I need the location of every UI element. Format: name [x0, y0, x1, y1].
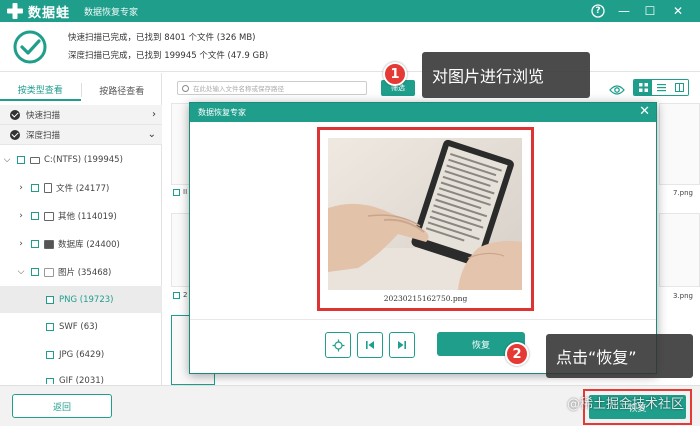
scan-mode-quick[interactable]: 快速扫描 › — [0, 105, 162, 125]
file-name: 7.png — [673, 189, 694, 197]
checkbox[interactable] — [31, 212, 39, 220]
expand-icon[interactable]: › — [16, 183, 26, 193]
checked-icon — [10, 109, 20, 120]
search-input[interactable]: 在此处输入文件名称或保存路径 — [177, 81, 367, 95]
file-thumbnail[interactable] — [659, 103, 700, 185]
step-1-badge: 1 — [383, 62, 407, 86]
step-2-badge: 2 — [505, 342, 529, 366]
tab-by-type[interactable]: 按类型查看 — [0, 79, 81, 101]
app-name: 数据蛙 — [28, 5, 71, 21]
tree-item-database[interactable]: › 数据库 (24400) — [0, 231, 162, 257]
search-placeholder: 在此处输入文件名称或保存路径 — [193, 85, 284, 93]
view-toggle-group — [633, 79, 689, 96]
step-1-callout: 对图片进行浏览 — [422, 52, 590, 98]
tree-item-label: C:(NTFS) (199945) — [44, 155, 123, 165]
next-image-icon[interactable] — [389, 332, 415, 358]
file-name: 2 — [173, 291, 187, 299]
tree-item-label: JPG (6429) — [59, 350, 105, 360]
quick-scan-status: 快速扫描已完成，已找到 8401 个文件 (326 MB) — [68, 33, 256, 43]
drive-icon — [30, 156, 40, 164]
scan-complete-check-icon — [12, 29, 48, 65]
tree-item-documents[interactable]: › 文件 (24177) — [0, 175, 162, 201]
minimize-icon[interactable]: — — [616, 3, 632, 19]
view-mode-tabs: 按类型查看 按路径查看 — [0, 79, 162, 101]
plus-logo-icon — [6, 2, 24, 20]
zoom-fit-icon[interactable] — [325, 332, 351, 358]
checkbox[interactable] — [173, 188, 180, 196]
checkbox[interactable] — [46, 295, 54, 304]
image-preview — [328, 138, 522, 290]
back-button[interactable]: 返回 — [12, 394, 112, 418]
list-view-icon[interactable] — [652, 80, 670, 95]
grid-view-icon[interactable] — [634, 80, 652, 95]
tree-item-label: 其他 (114019) — [58, 212, 117, 222]
checkbox[interactable] — [46, 323, 54, 331]
restore-icon[interactable]: ☐ — [642, 3, 658, 19]
tree-item-jpg[interactable]: JPG (6429) — [0, 342, 162, 368]
tree-item-label: 数据库 (24400) — [58, 240, 120, 250]
detail-view-icon[interactable] — [670, 80, 688, 95]
scan-mode-label: 快速扫描 — [26, 110, 61, 121]
left-panel: 按类型查看 按路径查看 快速扫描 › 深度扫描 ⌄ ⌵ C:(NTFS) (19… — [0, 73, 162, 385]
checkbox[interactable] — [31, 184, 39, 192]
app-window: 数据蛙 数据恢复专家 ? — ☐ ✕ 快速扫描已完成，已找到 8401 个文件 … — [0, 0, 700, 426]
tree-item-label: PNG (19723) — [59, 294, 114, 305]
file-thumbnail[interactable] — [659, 213, 700, 287]
tree-item-swf[interactable]: SWF (63) — [0, 314, 162, 340]
expand-icon[interactable]: › — [16, 211, 26, 221]
dialog-title-bar: 数据恢复专家 ✕ — [190, 103, 656, 122]
watermark: @稀土掘金技术社区 — [567, 397, 685, 412]
search-icon — [182, 84, 189, 92]
tab-by-path[interactable]: 按路径查看 — [82, 79, 163, 101]
app-subtitle: 数据恢复专家 — [84, 7, 139, 18]
tree-item-label: 图片 (35468) — [58, 268, 112, 278]
collapse-icon[interactable]: ⌵ — [2, 155, 12, 165]
tree-item-images[interactable]: ⌵ 图片 (35468) — [0, 259, 162, 285]
checkbox[interactable] — [31, 268, 39, 276]
expand-icon[interactable]: › — [16, 239, 26, 249]
chevron-right-icon: › — [152, 109, 156, 120]
checkbox[interactable] — [46, 378, 54, 384]
file-name: II — [173, 188, 187, 196]
help-icon[interactable]: ? — [590, 3, 606, 19]
database-icon — [44, 239, 54, 249]
checked-icon — [10, 129, 20, 140]
tree-item-gif[interactable]: GIF (2031) — [0, 370, 162, 384]
file-name: 3.png — [673, 292, 694, 300]
image-preview-highlight: 20230215162750.png — [317, 127, 534, 311]
checkbox[interactable] — [17, 156, 25, 164]
folder-icon — [44, 211, 54, 221]
previous-image-icon[interactable] — [357, 332, 383, 358]
tree-item-drive[interactable]: ⌵ C:(NTFS) (199945) — [0, 147, 162, 173]
title-bar: 数据蛙 数据恢复专家 ? — ☐ ✕ — [0, 0, 700, 22]
preview-file-name: 20230215162750.png — [383, 294, 468, 303]
step-2-callout: 点击“恢复” — [546, 334, 693, 378]
divider — [190, 319, 656, 320]
close-icon[interactable]: ✕ — [639, 104, 650, 119]
document-icon — [44, 183, 52, 193]
scan-mode-deep[interactable]: 深度扫描 ⌄ — [0, 125, 162, 145]
scan-status-header: 快速扫描已完成，已找到 8401 个文件 (326 MB) 深度扫描已完成，已找… — [0, 22, 700, 72]
chevron-down-icon: ⌄ — [147, 129, 156, 140]
checkbox[interactable] — [173, 291, 180, 299]
close-icon[interactable]: ✕ — [670, 3, 686, 19]
tree-item-other[interactable]: › 其他 (114019) — [0, 203, 162, 229]
deep-scan-status: 深度扫描已完成，已找到 199945 个文件 (47.9 GB) — [68, 51, 269, 61]
image-icon — [44, 267, 54, 277]
scan-mode-label: 深度扫描 — [26, 130, 61, 141]
tree-item-label: 文件 (24177) — [56, 184, 110, 194]
collapse-icon[interactable]: ⌵ — [16, 267, 26, 277]
tree-item-png[interactable]: PNG (19723) — [0, 286, 162, 313]
checkbox[interactable] — [46, 351, 54, 359]
tree-item-label: GIF (2031) — [59, 376, 104, 384]
checkbox[interactable] — [31, 240, 39, 248]
dialog-title: 数据恢复专家 — [198, 108, 246, 117]
eye-icon[interactable] — [609, 81, 625, 95]
tree-item-label: SWF (63) — [59, 322, 98, 332]
